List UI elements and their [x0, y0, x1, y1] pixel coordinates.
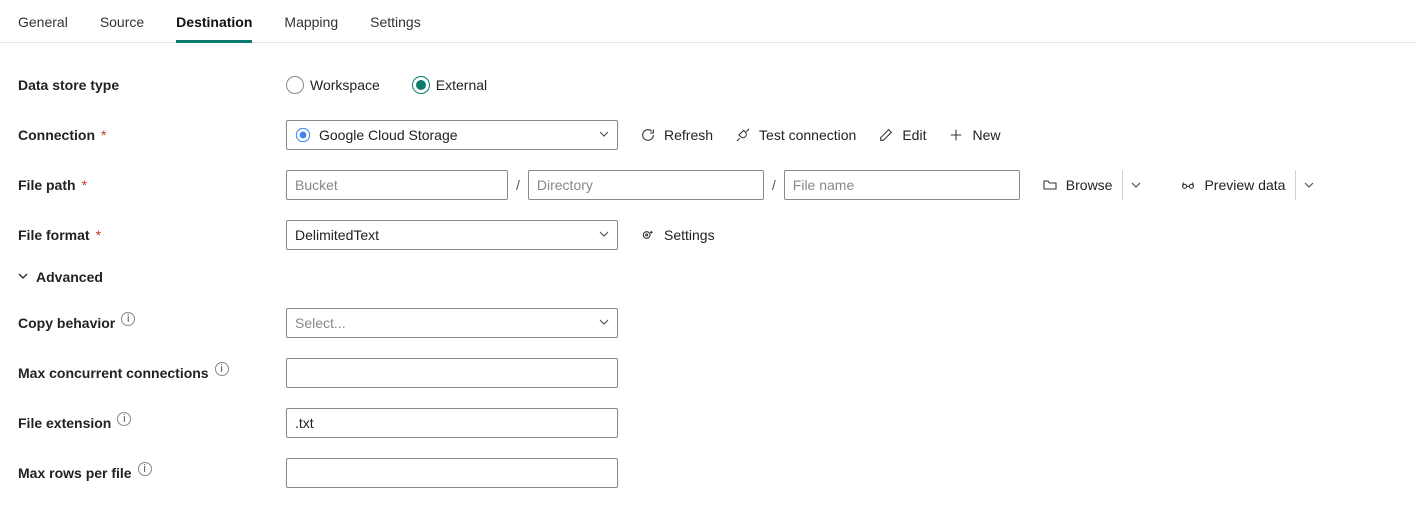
copy-behavior-placeholder: Select...: [295, 315, 346, 331]
directory-input[interactable]: [537, 171, 755, 199]
file-format-value: DelimitedText: [295, 227, 379, 243]
row-max-rows: Max rows per file i: [18, 457, 1399, 489]
label-file-ext: File extension i: [18, 415, 286, 431]
row-connection: Connection * Google Cloud Storage: [18, 119, 1399, 151]
required-marker: *: [101, 127, 106, 143]
info-icon[interactable]: i: [117, 412, 131, 426]
new-label: New: [972, 127, 1000, 143]
tab-source[interactable]: Source: [100, 8, 144, 42]
format-settings-button[interactable]: Settings: [640, 227, 715, 243]
browse-button[interactable]: Browse: [1042, 177, 1113, 193]
preview-data-button[interactable]: Preview data: [1180, 177, 1285, 193]
advanced-toggle[interactable]: Advanced: [18, 269, 1399, 285]
gear-plus-icon: [640, 227, 656, 243]
filename-input[interactable]: [793, 171, 1011, 199]
info-icon[interactable]: i: [121, 312, 135, 326]
tab-mapping[interactable]: Mapping: [284, 8, 338, 42]
path-separator: /: [772, 177, 776, 193]
connection-value: Google Cloud Storage: [319, 127, 458, 143]
info-icon[interactable]: i: [215, 362, 229, 376]
refresh-icon: [640, 127, 656, 143]
label-max-rows-text: Max rows per file: [18, 465, 132, 481]
row-file-path: File path * / / Browse: [18, 169, 1399, 201]
bucket-input[interactable]: [295, 171, 499, 199]
preview-data-dropdown[interactable]: [1295, 170, 1321, 200]
plug-icon: [735, 127, 751, 143]
radio-external[interactable]: External: [412, 76, 487, 94]
radio-label: External: [436, 77, 487, 93]
test-connection-label: Test connection: [759, 127, 856, 143]
label-file-format-text: File format: [18, 227, 90, 243]
label-connection-text: Connection: [18, 127, 95, 143]
label-copy-behavior-text: Copy behavior: [18, 315, 115, 331]
edit-button[interactable]: Edit: [878, 127, 926, 143]
tab-general[interactable]: General: [18, 8, 68, 42]
label-file-ext-text: File extension: [18, 415, 111, 431]
filename-field-wrap: [784, 170, 1020, 200]
chevron-down-icon: [18, 270, 28, 284]
browse-dropdown[interactable]: [1122, 170, 1148, 200]
new-button[interactable]: New: [948, 127, 1000, 143]
file-ext-input[interactable]: [295, 409, 609, 437]
radio-indicator: [412, 76, 430, 94]
copy-behavior-select[interactable]: Select...: [286, 308, 618, 338]
refresh-label: Refresh: [664, 127, 713, 143]
row-copy-behavior: Copy behavior i Select...: [18, 307, 1399, 339]
destination-form: Data store type Workspace External Conne…: [0, 43, 1417, 527]
radio-workspace[interactable]: Workspace: [286, 76, 380, 94]
required-marker: *: [96, 227, 101, 243]
max-rows-input[interactable]: [295, 459, 609, 487]
max-rows-field-wrap: [286, 458, 618, 488]
file-ext-field-wrap: [286, 408, 618, 438]
tab-destination[interactable]: Destination: [176, 8, 252, 42]
row-data-store-type: Data store type Workspace External: [18, 69, 1399, 101]
chevron-down-icon: [599, 128, 609, 142]
path-separator: /: [516, 177, 520, 193]
row-file-format: File format * DelimitedText Settings: [18, 219, 1399, 251]
label-file-path-text: File path: [18, 177, 76, 193]
label-file-format: File format *: [18, 227, 286, 243]
preview-data-label: Preview data: [1204, 177, 1285, 193]
chevron-down-icon: [599, 228, 609, 242]
max-conn-field-wrap: [286, 358, 618, 388]
row-max-conn: Max concurrent connections i: [18, 357, 1399, 389]
browse-label: Browse: [1066, 177, 1113, 193]
tab-bar: General Source Destination Mapping Setti…: [0, 0, 1417, 43]
label-max-conn-text: Max concurrent connections: [18, 365, 209, 381]
label-copy-behavior: Copy behavior i: [18, 315, 286, 331]
format-settings-label: Settings: [664, 227, 715, 243]
connection-select[interactable]: Google Cloud Storage: [286, 120, 618, 150]
label-data-store-type: Data store type: [18, 77, 286, 93]
tab-settings[interactable]: Settings: [370, 8, 421, 42]
label-max-rows: Max rows per file i: [18, 465, 286, 481]
glasses-icon: [1180, 177, 1196, 193]
required-marker: *: [82, 177, 87, 193]
test-connection-button[interactable]: Test connection: [735, 127, 856, 143]
file-format-select[interactable]: DelimitedText: [286, 220, 618, 250]
max-conn-input[interactable]: [295, 359, 609, 387]
radio-indicator: [286, 76, 304, 94]
gcs-icon: [295, 127, 311, 143]
pencil-icon: [878, 127, 894, 143]
label-connection: Connection *: [18, 127, 286, 143]
radio-label: Workspace: [310, 77, 380, 93]
advanced-label: Advanced: [36, 269, 103, 285]
bucket-field-wrap: [286, 170, 508, 200]
edit-label: Edit: [902, 127, 926, 143]
plus-icon: [948, 127, 964, 143]
row-file-ext: File extension i: [18, 407, 1399, 439]
refresh-button[interactable]: Refresh: [640, 127, 713, 143]
folder-icon: [1042, 177, 1058, 193]
label-file-path: File path *: [18, 177, 286, 193]
label-max-conn: Max concurrent connections i: [18, 365, 286, 381]
info-icon[interactable]: i: [138, 462, 152, 476]
directory-field-wrap: [528, 170, 764, 200]
chevron-down-icon: [599, 316, 609, 330]
